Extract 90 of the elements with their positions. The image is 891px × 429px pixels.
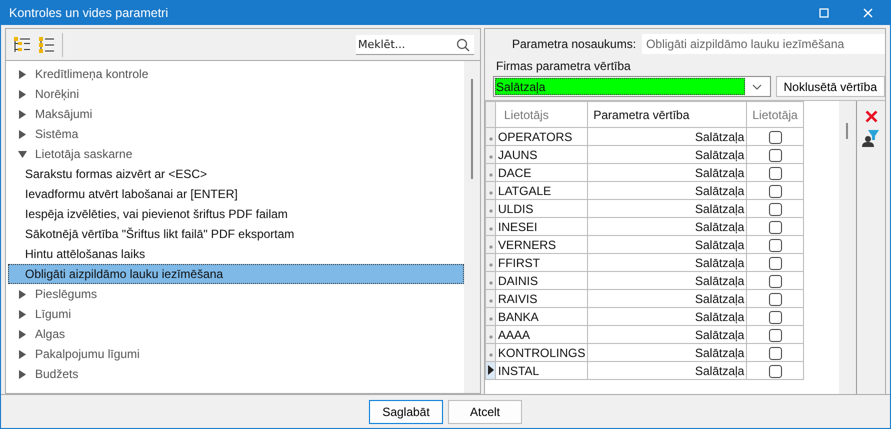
checkbox[interactable] [768,292,782,306]
table-cell: FFIRST [496,254,588,272]
default-value-button[interactable]: Noklusētā vērtība [776,76,885,97]
user-filter-icon[interactable] [861,128,881,148]
parameter-name-field: Obligāti aizpildāmo lauku iezīmēšana [642,34,885,54]
table-cell: INSTAL [496,362,588,380]
checkbox[interactable] [768,238,782,252]
tree-group[interactable]: Kredītlimeņa kontrole [35,67,148,81]
table-cell: ULDIS [496,200,588,218]
table-cell: BANKA [496,308,588,326]
checkbox[interactable] [768,130,782,144]
table-cell: Salātzaļa [588,362,747,380]
table-cell: Salātzaļa [588,308,747,326]
checkbox[interactable] [768,148,782,162]
checkbox[interactable] [768,166,782,180]
field-label: Firmas parametra vērtība [495,58,632,73]
expand-arrow-icon[interactable] [18,310,27,318]
column-header[interactable]: Parametra vērtība [588,102,747,128]
checkbox[interactable] [768,184,782,198]
table-cell: Salātzaļa [588,146,747,164]
table-cell: OPERATORS [496,128,588,146]
table-cell: VERNERS [496,236,588,254]
column-header[interactable]: Lietotāja [746,102,804,128]
cancel-button[interactable]: Atcelt [448,400,522,424]
tree-item[interactable]: Ievadformu atvērt labošanai ar [ENTER] [8,184,464,204]
scrollbar[interactable] [464,61,480,393]
table-cell: Salātzaļa [588,218,747,236]
table-cell: Salātzaļa [588,236,747,254]
table-cell: JAUNS [496,146,588,164]
table-cell: DAINIS [496,272,588,290]
tree-group[interactable]: Norēķini [35,87,80,101]
tree-item[interactable]: Iespēja izvēlēties, vai pievienot šriftus PDF failam [8,204,464,224]
table-cell: Salātzaļa [588,128,747,146]
tree-group[interactable]: Pieslēgums [35,287,98,301]
tree-group[interactable]: Lietotāja saskarne [35,147,132,161]
checkbox[interactable] [768,364,782,378]
tree-group[interactable]: Sistēma [35,127,78,141]
collapse-arrow-icon[interactable] [18,150,27,158]
table-cell: Salātzaļa [588,326,747,344]
window-title: Kontroles un vides parametri [9,6,170,20]
table-cell: INESEI [496,218,588,236]
table-cell: Salātzaļa [588,200,747,218]
chevron-down-icon [752,84,762,90]
checkbox[interactable] [768,274,782,288]
expand-arrow-icon[interactable] [18,70,27,78]
column-header[interactable]: Lietotājs [496,102,588,128]
table-cell: Salātzaļa [588,182,747,200]
field-label: Parametra nosaukums: [512,37,636,51]
checkbox[interactable] [768,328,782,342]
expand-arrow-icon[interactable] [18,370,27,378]
expand-arrow-icon[interactable] [18,90,27,98]
tree-group[interactable]: Līgumi [35,307,72,321]
tree-item[interactable]: Hintu attēlošanas laiks [8,244,464,264]
checkbox[interactable] [768,256,782,270]
maximize-icon[interactable] [819,8,829,18]
checkbox[interactable] [768,346,782,360]
table-cell: Salātzaļa [588,164,747,182]
checkbox[interactable] [768,202,782,216]
expand-arrow-icon[interactable] [18,110,27,118]
expand-arrow-icon[interactable] [18,330,27,338]
delete-icon[interactable] [864,109,878,124]
table-cell: DACE [496,164,588,182]
table-cell: Salātzaļa [588,254,747,272]
tree-group[interactable]: Maksājumi [35,107,92,121]
expand-all-icon[interactable] [12,34,32,54]
search-icon [456,38,470,52]
tree-item[interactable]: Sākotnējā vērtība "Šriftus likt failā" PDF eksportam [8,224,464,244]
save-button[interactable]: Saglabāt [369,400,443,424]
table-cell: Salātzaļa [588,290,747,308]
table-cell: Salātzaļa [588,272,747,290]
expand-arrow-icon[interactable] [18,130,27,138]
search-field[interactable]: Meklēt... [356,34,474,54]
expand-arrow-icon[interactable] [18,290,27,298]
scrollbar[interactable] [839,101,856,394]
table-cell: RAIVIS [496,290,588,308]
tree-group[interactable]: Budžets [35,367,78,381]
table-cell: AAAA [496,326,588,344]
tree-group[interactable]: Algas [35,327,66,341]
close-icon[interactable] [863,8,873,18]
table-cell: LATGALE [496,182,588,200]
checkbox[interactable] [768,220,782,234]
table-cell: Salātzaļa [588,344,747,362]
tree-group[interactable]: Pakalpojumu līgumi [35,347,140,361]
checkbox[interactable] [768,310,782,324]
expand-arrow-icon[interactable] [18,350,27,358]
tree-item[interactable]: Obligāti aizpildāmo lauku iezīmēšana [8,264,464,284]
tree-item[interactable]: Sarakstu formas aizvērt ar <ESC> [8,164,464,184]
table-cell: KONTROLINGS [496,344,588,362]
value-dropdown[interactable]: Salātzaļa [493,76,771,97]
collapse-all-icon[interactable] [36,34,56,54]
